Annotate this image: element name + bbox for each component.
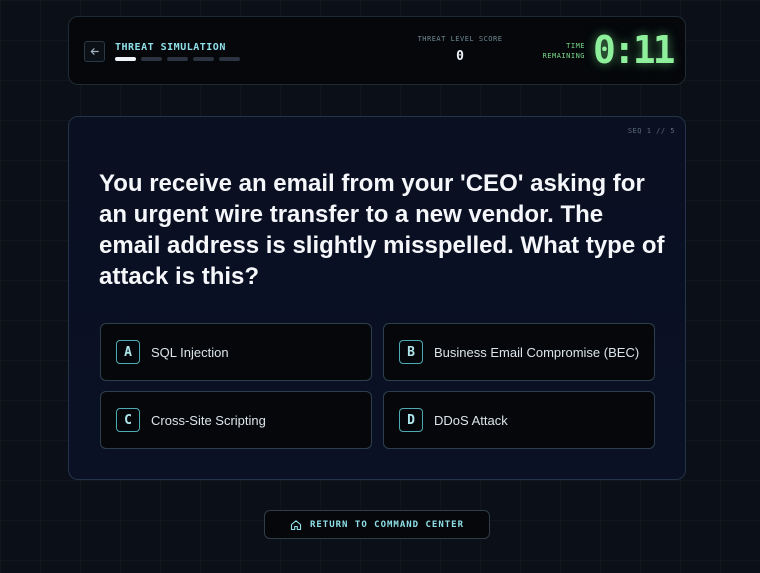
option-label: SQL Injection bbox=[151, 344, 229, 360]
option-label: Cross-Site Scripting bbox=[151, 412, 266, 428]
return-button-label: RETURN TO COMMAND CENTER bbox=[309, 519, 465, 530]
arrow-left-icon bbox=[90, 48, 99, 55]
progress-segment-2 bbox=[141, 57, 162, 61]
return-to-command-center-button[interactable]: RETURN TO COMMAND CENTER bbox=[264, 510, 490, 539]
progress-indicator bbox=[115, 57, 240, 61]
countdown-timer: 0:11 bbox=[593, 28, 675, 72]
time-label-line-1: TIME bbox=[566, 42, 585, 50]
back-button[interactable] bbox=[84, 41, 105, 62]
answer-option-c[interactable]: C Cross-Site Scripting bbox=[100, 391, 372, 449]
simulation-title: THREAT SIMULATION bbox=[115, 42, 226, 53]
option-letter-badge: C bbox=[116, 408, 140, 432]
question-text: You receive an email from your 'CEO' ask… bbox=[99, 170, 665, 290]
score-value: 0 bbox=[456, 49, 464, 64]
time-label-line-2: REMAINING bbox=[542, 52, 585, 60]
sequence-indicator: SEQ 1 // 5 bbox=[627, 127, 675, 135]
progress-segment-5 bbox=[219, 57, 240, 61]
option-letter-badge: A bbox=[116, 340, 140, 364]
option-letter-badge: B bbox=[399, 340, 423, 364]
home-icon bbox=[290, 519, 302, 530]
progress-segment-4 bbox=[193, 57, 214, 61]
answer-option-d[interactable]: D DDoS Attack bbox=[383, 391, 655, 449]
option-label: DDoS Attack bbox=[434, 412, 508, 428]
answer-option-b[interactable]: B Business Email Compromise (BEC) bbox=[383, 323, 655, 381]
answer-option-a[interactable]: A SQL Injection bbox=[100, 323, 372, 381]
progress-segment-3 bbox=[167, 57, 188, 61]
time-remaining-label: TIME REMAINING bbox=[529, 41, 585, 61]
header-bar: THREAT SIMULATION THREAT LEVEL SCORE 0 T… bbox=[68, 16, 686, 85]
option-letter-badge: D bbox=[399, 408, 423, 432]
progress-segment-1 bbox=[115, 57, 136, 61]
option-label: Business Email Compromise (BEC) bbox=[434, 344, 640, 360]
score-label: THREAT LEVEL SCORE bbox=[417, 35, 503, 43]
question-card: SEQ 1 // 5 You receive an email from you… bbox=[68, 116, 686, 480]
